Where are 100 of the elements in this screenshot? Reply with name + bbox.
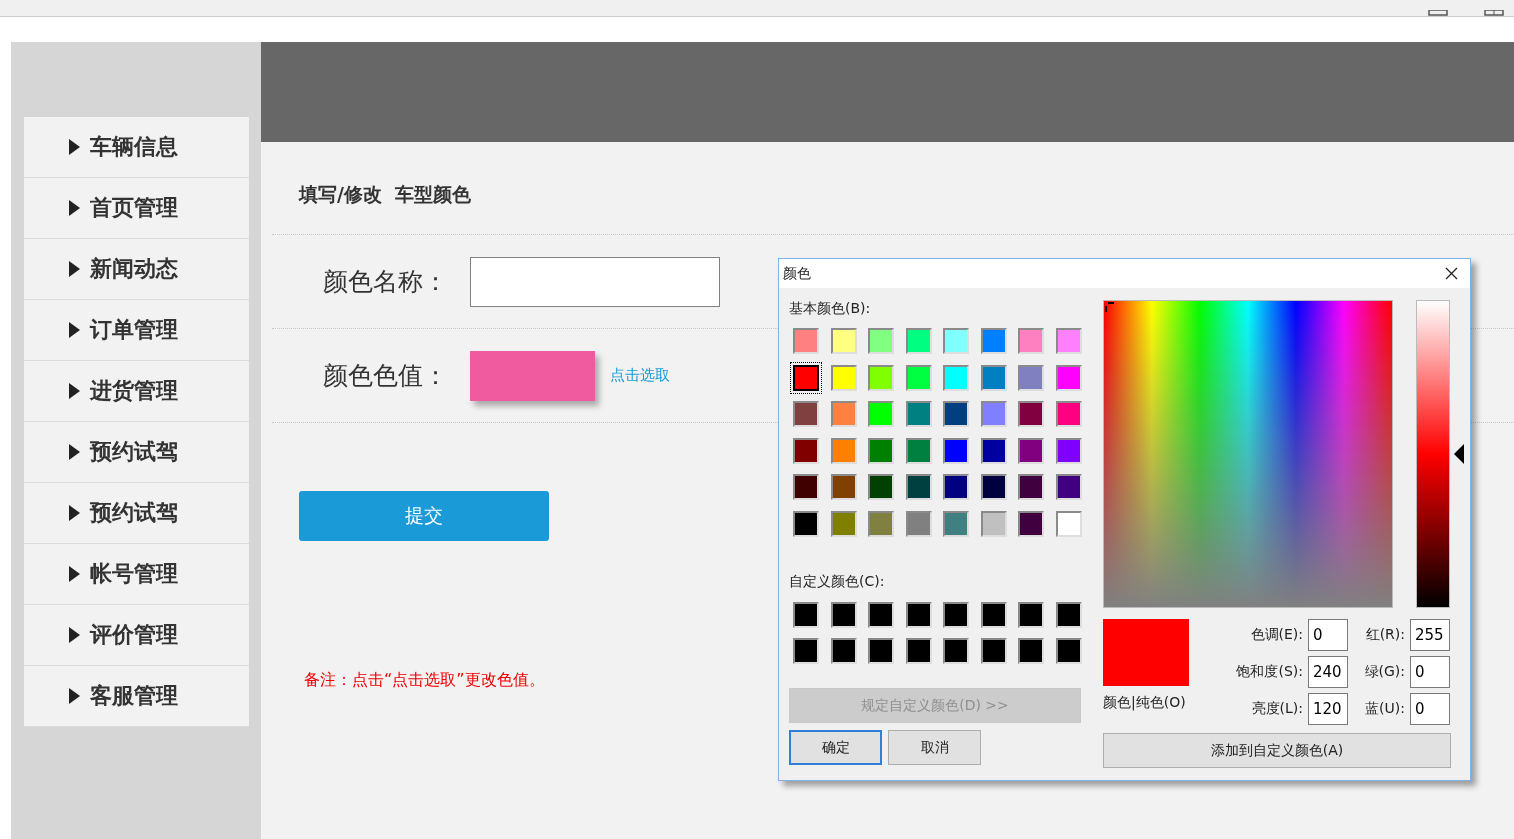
- custom-color-swatch[interactable]: [980, 638, 1007, 664]
- color-swatch[interactable]: [1018, 510, 1044, 537]
- color-swatch[interactable]: [905, 401, 932, 427]
- color-swatch[interactable]: [793, 474, 819, 500]
- cancel-button[interactable]: 取消: [888, 730, 981, 765]
- color-swatch[interactable]: [1055, 510, 1082, 537]
- custom-color-swatch[interactable]: [793, 638, 819, 664]
- sidebar-item[interactable]: 订单管理: [24, 300, 249, 361]
- color-swatch[interactable]: [868, 328, 894, 354]
- color-swatch[interactable]: [793, 401, 819, 427]
- field-label: 饱和度(S):: [1235, 663, 1304, 681]
- custom-color-swatch[interactable]: [830, 638, 857, 664]
- color-swatch[interactable]: [905, 364, 932, 391]
- color-swatch[interactable]: [1018, 364, 1044, 391]
- custom-color-swatch[interactable]: [1055, 638, 1082, 664]
- color-swatch[interactable]: [980, 401, 1007, 427]
- triangle-icon: [69, 505, 80, 521]
- color-swatch[interactable]: [830, 328, 857, 354]
- color-swatch[interactable]: [1055, 437, 1082, 464]
- color-swatch[interactable]: [868, 474, 894, 500]
- color-swatch[interactable]: [1055, 474, 1082, 500]
- field-label: 绿(G):: [1363, 663, 1406, 681]
- sidebar-item[interactable]: 预约试驾: [24, 483, 249, 544]
- color-swatch[interactable]: [793, 437, 819, 464]
- input-field[interactable]: 0: [1410, 656, 1450, 688]
- add-custom-color-button[interactable]: 添加到自定义颜色(A): [1103, 733, 1451, 768]
- color-swatch[interactable]: [793, 328, 819, 354]
- color-swatch[interactable]: [868, 364, 894, 391]
- input-field[interactable]: [470, 256, 720, 307]
- color-swatch[interactable]: [905, 328, 932, 354]
- close-icon[interactable]: [1445, 267, 1458, 280]
- sidebar-item[interactable]: 车辆信息: [24, 117, 249, 178]
- color-swatch[interactable]: [830, 437, 857, 464]
- sidebar-label: 客服管理: [90, 682, 178, 710]
- custom-color-swatch[interactable]: [980, 601, 1007, 628]
- sidebar-item[interactable]: 进货管理: [24, 361, 249, 422]
- color-swatch[interactable]: [1055, 328, 1082, 354]
- color-swatch[interactable]: [943, 401, 969, 427]
- hue-saturation-field[interactable]: [1103, 300, 1393, 608]
- color-swatch[interactable]: [905, 437, 932, 464]
- custom-color-swatch[interactable]: [1018, 638, 1044, 664]
- color-swatch[interactable]: [868, 510, 894, 537]
- sidebar-item[interactable]: 客服管理: [24, 666, 249, 727]
- custom-color-swatch[interactable]: [943, 638, 969, 664]
- color-swatch[interactable]: [1018, 328, 1044, 354]
- custom-color-swatch[interactable]: [905, 638, 932, 664]
- input-field[interactable]: 240: [1308, 656, 1348, 688]
- sidebar-label: 帐号管理: [90, 560, 178, 588]
- triangle-icon: [69, 688, 80, 704]
- sidebar-item[interactable]: 新闻动态: [24, 239, 249, 300]
- color-swatch[interactable]: [1018, 474, 1044, 500]
- color-swatch[interactable]: [868, 437, 894, 464]
- color-swatch[interactable]: [793, 364, 819, 391]
- color-swatch[interactable]: [868, 401, 894, 427]
- color-swatch[interactable]: [1055, 364, 1082, 391]
- color-swatch[interactable]: [943, 364, 969, 391]
- preview-label: 颜色|纯色(O): [1103, 694, 1187, 712]
- color-swatch[interactable]: [1018, 437, 1044, 464]
- custom-color-swatch[interactable]: [830, 601, 857, 628]
- input-field[interactable]: 0: [1308, 619, 1348, 651]
- color-swatch[interactable]: [905, 474, 932, 500]
- custom-color-swatch[interactable]: [868, 638, 894, 664]
- custom-color-swatch[interactable]: [1055, 601, 1082, 628]
- color-swatch[interactable]: [943, 437, 969, 464]
- triangle-icon: [69, 139, 80, 155]
- input-field[interactable]: 120: [1308, 693, 1348, 725]
- custom-color-swatch[interactable]: [1018, 601, 1044, 628]
- color-swatch[interactable]: [1055, 401, 1082, 427]
- color-swatch[interactable]: [943, 510, 969, 537]
- field-label: 蓝(U):: [1364, 700, 1406, 718]
- color-swatch[interactable]: [980, 437, 1007, 464]
- color-swatch[interactable]: [980, 510, 1007, 537]
- custom-color-swatch[interactable]: [868, 601, 894, 628]
- color-swatch[interactable]: [980, 474, 1007, 500]
- sidebar-item[interactable]: 评价管理: [24, 605, 249, 666]
- color-swatch[interactable]: [830, 364, 857, 391]
- sidebar-item[interactable]: 预约试驾: [24, 422, 249, 483]
- input-field[interactable]: 255: [1410, 619, 1450, 651]
- ok-button[interactable]: 确定: [789, 730, 882, 765]
- custom-color-swatch[interactable]: [905, 601, 932, 628]
- slider-thumb[interactable]: [1454, 444, 1464, 464]
- color-swatch[interactable]: [943, 328, 969, 354]
- color-swatch[interactable]: [793, 510, 819, 537]
- color-swatch[interactable]: [830, 401, 857, 427]
- window-icon[interactable]: [1428, 10, 1448, 16]
- sidebar-item[interactable]: 首页管理: [24, 178, 249, 239]
- color-swatch[interactable]: [905, 510, 932, 537]
- color-swatch[interactable]: [830, 474, 857, 500]
- custom-color-swatch[interactable]: [793, 601, 819, 628]
- color-swatch[interactable]: [830, 510, 857, 537]
- custom-color-swatch[interactable]: [943, 601, 969, 628]
- color-swatch[interactable]: [980, 328, 1007, 354]
- sidebar-label: 订单管理: [90, 316, 178, 344]
- color-swatch[interactable]: [1018, 401, 1044, 427]
- sidebar-item[interactable]: 帐号管理: [24, 544, 249, 605]
- color-swatch[interactable]: [980, 364, 1007, 391]
- color-swatch[interactable]: [943, 474, 969, 500]
- input-field[interactable]: 0: [1410, 693, 1450, 725]
- sidebar-label: 评价管理: [90, 621, 178, 649]
- window-icon[interactable]: [1484, 10, 1504, 16]
